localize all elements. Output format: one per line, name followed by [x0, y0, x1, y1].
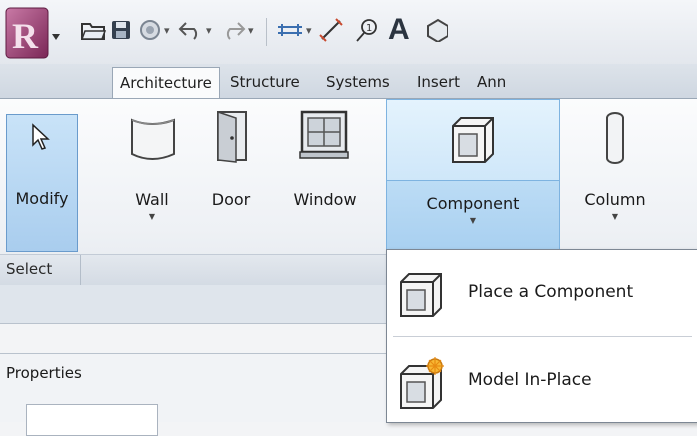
measure-icon[interactable]: ▾: [276, 10, 312, 50]
door-button[interactable]: Door: [200, 102, 262, 250]
properties-title: Properties: [6, 364, 82, 382]
component-button[interactable]: Component ▼: [386, 99, 560, 255]
chevron-down-icon[interactable]: ▼: [387, 216, 559, 225]
component-icon: [395, 268, 451, 326]
window-label: Window: [293, 190, 357, 209]
menu-item-model-in-place[interactable]: Model In-Place: [387, 342, 697, 422]
ribbon-tab-bar: Architecture Structure Systems Insert An…: [0, 64, 697, 99]
svg-text:R: R: [12, 16, 39, 56]
text-icon[interactable]: A: [388, 10, 410, 50]
window-button[interactable]: Window: [280, 102, 370, 250]
revit-app-icon: R: [5, 7, 60, 59]
menu-item-place-component[interactable]: Place a Component: [387, 254, 697, 334]
component-button-main[interactable]: [387, 100, 559, 180]
modify-label: Modify: [15, 189, 69, 208]
chevron-down-icon[interactable]: ▾: [248, 24, 254, 37]
menu-item-label: Model In-Place: [468, 370, 592, 390]
column-label: Column: [584, 190, 646, 209]
component-dropdown-menu: Place a Component Model In-Place: [386, 249, 697, 423]
application-menu-button[interactable]: R: [4, 6, 64, 62]
model-in-place-icon: [395, 356, 451, 414]
menu-item-label: Place a Component: [468, 282, 634, 302]
quick-access-toolbar: R ▾ ▾ ▾ ▾ 1 A: [0, 0, 697, 64]
undo-icon[interactable]: ▾: [178, 10, 212, 50]
window-icon: [299, 110, 349, 159]
type-selector[interactable]: [26, 404, 158, 436]
panel-divider: [80, 255, 81, 285]
tab-annotate[interactable]: Ann: [470, 68, 513, 96]
tab-systems[interactable]: Systems: [319, 68, 397, 96]
component-label: Component: [426, 194, 520, 213]
chevron-down-icon[interactable]: ▼: [575, 212, 655, 221]
save-icon[interactable]: [110, 10, 132, 50]
column-button[interactable]: Column ▼: [575, 102, 655, 250]
wall-icon: [131, 118, 175, 160]
toolbar-separator: [266, 18, 267, 46]
tab-architecture[interactable]: Architecture: [112, 67, 220, 99]
chevron-down-icon[interactable]: ▾: [306, 24, 312, 37]
door-label: Door: [211, 190, 251, 209]
tab-insert[interactable]: Insert: [410, 68, 467, 96]
redo-icon[interactable]: ▾: [220, 10, 254, 50]
door-icon: [217, 110, 247, 163]
panel-title-select[interactable]: Select: [6, 260, 52, 278]
view-3d-icon[interactable]: [426, 10, 448, 50]
cursor-arrow-icon: [32, 123, 50, 150]
sync-icon[interactable]: ▾: [138, 10, 170, 50]
chevron-down-icon[interactable]: ▼: [122, 212, 182, 221]
wall-label: Wall: [135, 190, 169, 209]
modify-button[interactable]: Modify: [6, 114, 78, 252]
chevron-down-icon[interactable]: ▾: [206, 24, 212, 37]
component-icon: [452, 117, 494, 163]
wall-button[interactable]: Wall ▼: [122, 102, 182, 250]
svg-text:1: 1: [366, 23, 372, 34]
properties-palette: Properties: [0, 353, 388, 436]
tag-icon[interactable]: 1: [354, 10, 380, 50]
chevron-down-icon[interactable]: ▾: [164, 24, 170, 37]
column-icon: [606, 112, 624, 164]
tab-structure[interactable]: Structure: [223, 68, 307, 96]
open-folder-icon[interactable]: [80, 10, 106, 50]
dimension-icon[interactable]: [318, 10, 344, 50]
menu-separator: [393, 336, 692, 337]
